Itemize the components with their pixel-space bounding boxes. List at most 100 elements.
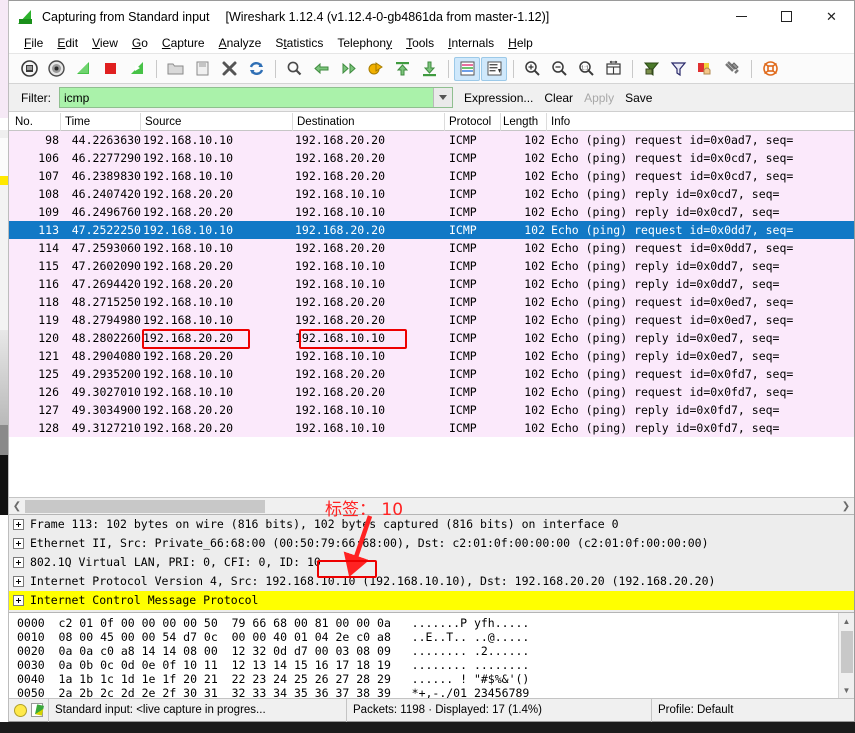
menu-telephony[interactable]: Telephony (330, 34, 399, 52)
packet-list-hscrollbar[interactable]: ❮ ❯ (9, 497, 854, 514)
coloring-rules-icon[interactable] (692, 57, 718, 81)
detail-row[interactable]: Internet Control Message Protocol (9, 591, 854, 610)
column-header-destination[interactable]: Destination (293, 113, 445, 131)
expand-plus-icon[interactable] (13, 538, 24, 549)
packet-list-pane[interactable]: No. Time Source Destination Protocol Len… (9, 112, 854, 497)
expand-plus-icon[interactable] (13, 519, 24, 530)
zoom-normal-icon[interactable]: 1:1 (573, 57, 599, 81)
close-file-icon[interactable] (216, 57, 242, 81)
column-header-no[interactable]: No. (9, 113, 61, 131)
packet-row[interactable]: 109 46.2496760 192.168.20.20 192.168.10.10 I… (9, 203, 854, 221)
go-last-packet-icon[interactable] (416, 57, 442, 81)
hscroll-left-arrow[interactable]: ❮ (9, 501, 25, 512)
open-file-icon[interactable] (162, 57, 188, 81)
packet-details-pane[interactable]: Frame 113: 102 bytes on wire (816 bits),… (9, 514, 854, 612)
filter-input-wrapper[interactable] (59, 87, 453, 108)
menu-statistics[interactable]: Statistics (268, 34, 330, 52)
capture-file-properties-icon[interactable] (31, 703, 43, 717)
menu-go[interactable]: Go (125, 34, 155, 52)
go-to-packet-icon[interactable] (362, 57, 388, 81)
start-capture-icon[interactable] (70, 57, 96, 81)
maximize-button[interactable] (764, 1, 809, 32)
zoom-in-icon[interactable] (519, 57, 545, 81)
zoom-out-icon[interactable] (546, 57, 572, 81)
column-header-time[interactable]: Time (61, 113, 141, 131)
save-filter-button[interactable]: Save (625, 91, 652, 105)
status-profile[interactable]: Profile: Default (651, 698, 854, 722)
apply-filter-button[interactable]: Apply (584, 91, 614, 105)
display-filters-icon[interactable] (665, 57, 691, 81)
clear-filter-button[interactable]: Clear (544, 91, 573, 105)
menu-help[interactable]: Help (501, 34, 540, 52)
hscroll-right-arrow[interactable]: ❯ (838, 501, 854, 512)
expression-button[interactable]: Expression... (464, 91, 533, 105)
packet-row[interactable]: 115 47.2602090 192.168.20.20 192.168.10.10 I… (9, 257, 854, 275)
packet-row[interactable]: 107 46.2389830 192.168.10.10 192.168.20.20 I… (9, 167, 854, 185)
filter-input[interactable] (60, 88, 433, 107)
detail-row[interactable]: 802.1Q Virtual LAN, PRI: 0, CFI: 0, ID: … (9, 553, 854, 572)
minimize-button[interactable] (719, 1, 764, 32)
packet-row[interactable]: 114 47.2593060 192.168.10.10 192.168.20.20 I… (9, 239, 854, 257)
packet-row[interactable]: 98 44.2263630 192.168.10.10 192.168.20.20 IC… (9, 131, 854, 149)
packet-row[interactable]: 126 49.3027010 192.168.10.10 192.168.20.20 I… (9, 383, 854, 401)
preferences-icon[interactable] (719, 57, 745, 81)
packet-row[interactable]: 113 47.2522250 192.168.10.10 192.168.20.20 I… (9, 221, 854, 239)
hscroll-track[interactable] (25, 499, 838, 513)
packet-row[interactable]: 108 46.2407420 192.168.20.20 192.168.10.10 I… (9, 185, 854, 203)
reload-file-icon[interactable] (243, 57, 269, 81)
resize-columns-icon[interactable] (600, 57, 626, 81)
bytes-row[interactable]: 0020 0a 0a c0 a8 14 14 08 00 12 32 0d d7… (17, 644, 838, 658)
packet-row[interactable]: 116 47.2694420 192.168.20.20 192.168.10.10 I… (9, 275, 854, 293)
detail-row[interactable]: Frame 113: 102 bytes on wire (816 bits),… (9, 515, 854, 534)
packet-row[interactable]: 125 49.2935200 192.168.10.10 192.168.20.20 I… (9, 365, 854, 383)
menu-view[interactable]: View (85, 34, 125, 52)
save-file-icon[interactable] (189, 57, 215, 81)
vscroll-thumb[interactable] (840, 631, 853, 673)
menu-file[interactable]: File (17, 34, 50, 52)
expand-plus-icon[interactable] (13, 576, 24, 587)
bytes-row[interactable]: 0000 c2 01 0f 00 00 00 00 50 79 66 68 00… (17, 616, 838, 630)
vscroll-down-arrow[interactable]: ▼ (839, 682, 855, 698)
vscroll-up-arrow[interactable]: ▲ (839, 613, 855, 629)
packet-row[interactable]: 106 46.2277290 192.168.10.10 192.168.20.20 I… (9, 149, 854, 167)
packet-row[interactable]: 121 48.2904080 192.168.20.20 192.168.10.10 I… (9, 347, 854, 365)
menu-internals[interactable]: Internals (441, 34, 501, 52)
bytes-vscrollbar[interactable]: ▲ ▼ (838, 613, 854, 698)
interfaces-icon[interactable] (16, 57, 42, 81)
bytes-row[interactable]: 0030 0a 0b 0c 0d 0e 0f 10 11 12 13 14 15… (17, 658, 838, 672)
expert-info-icon[interactable] (14, 703, 27, 717)
bytes-row[interactable]: 0010 08 00 45 00 00 54 d7 0c 00 00 40 01… (17, 630, 838, 644)
packet-row[interactable]: 118 48.2715250 192.168.10.10 192.168.20.20 I… (9, 293, 854, 311)
packet-row[interactable]: 120 48.2802260 192.168.20.20 192.168.10.10 I… (9, 329, 854, 347)
hscroll-thumb[interactable] (25, 499, 265, 513)
packet-list-rows[interactable]: 98 44.2263630 192.168.10.10 192.168.20.20 IC… (9, 131, 854, 497)
close-button[interactable]: ✕ (809, 1, 854, 32)
capture-options-icon[interactable] (43, 57, 69, 81)
column-header-info[interactable]: Info (547, 113, 570, 131)
find-packet-icon[interactable] (281, 57, 307, 81)
column-header-source[interactable]: Source (141, 113, 293, 131)
auto-scroll-live-capture-icon[interactable] (481, 56, 507, 81)
menu-edit[interactable]: Edit (50, 34, 85, 52)
packet-row[interactable]: 128 49.3127210 192.168.20.20 192.168.10.10 I… (9, 419, 854, 437)
go-forward-icon[interactable] (335, 57, 361, 81)
restart-capture-icon[interactable] (124, 57, 150, 81)
column-header-protocol[interactable]: Protocol (445, 113, 501, 131)
stop-capture-icon[interactable] (97, 57, 123, 81)
colorize-packet-list-icon[interactable] (454, 56, 480, 81)
bytes-row[interactable]: 0050 2a 2b 2c 2d 2e 2f 30 31 32 33 34 35… (17, 686, 838, 698)
packet-row[interactable]: 119 48.2794980 192.168.10.10 192.168.20.20 I… (9, 311, 854, 329)
expand-plus-icon[interactable] (13, 557, 24, 568)
help-contents-icon[interactable] (757, 57, 783, 81)
column-header-length[interactable]: Length (501, 113, 547, 131)
packet-bytes-pane[interactable]: 0000 c2 01 0f 00 00 00 00 50 79 66 68 00… (9, 612, 854, 698)
menu-tools[interactable]: Tools (399, 34, 441, 52)
go-first-packet-icon[interactable] (389, 57, 415, 81)
detail-row[interactable]: Ethernet II, Src: Private_66:68:00 (00:5… (9, 534, 854, 553)
menu-capture[interactable]: Capture (155, 34, 212, 52)
packet-row[interactable]: 127 49.3034900 192.168.20.20 192.168.10.10 I… (9, 401, 854, 419)
expand-plus-icon[interactable] (13, 595, 24, 606)
go-back-icon[interactable] (308, 57, 334, 81)
detail-row[interactable]: Internet Protocol Version 4, Src: 192.16… (9, 572, 854, 591)
capture-filters-icon[interactable] (638, 57, 664, 81)
